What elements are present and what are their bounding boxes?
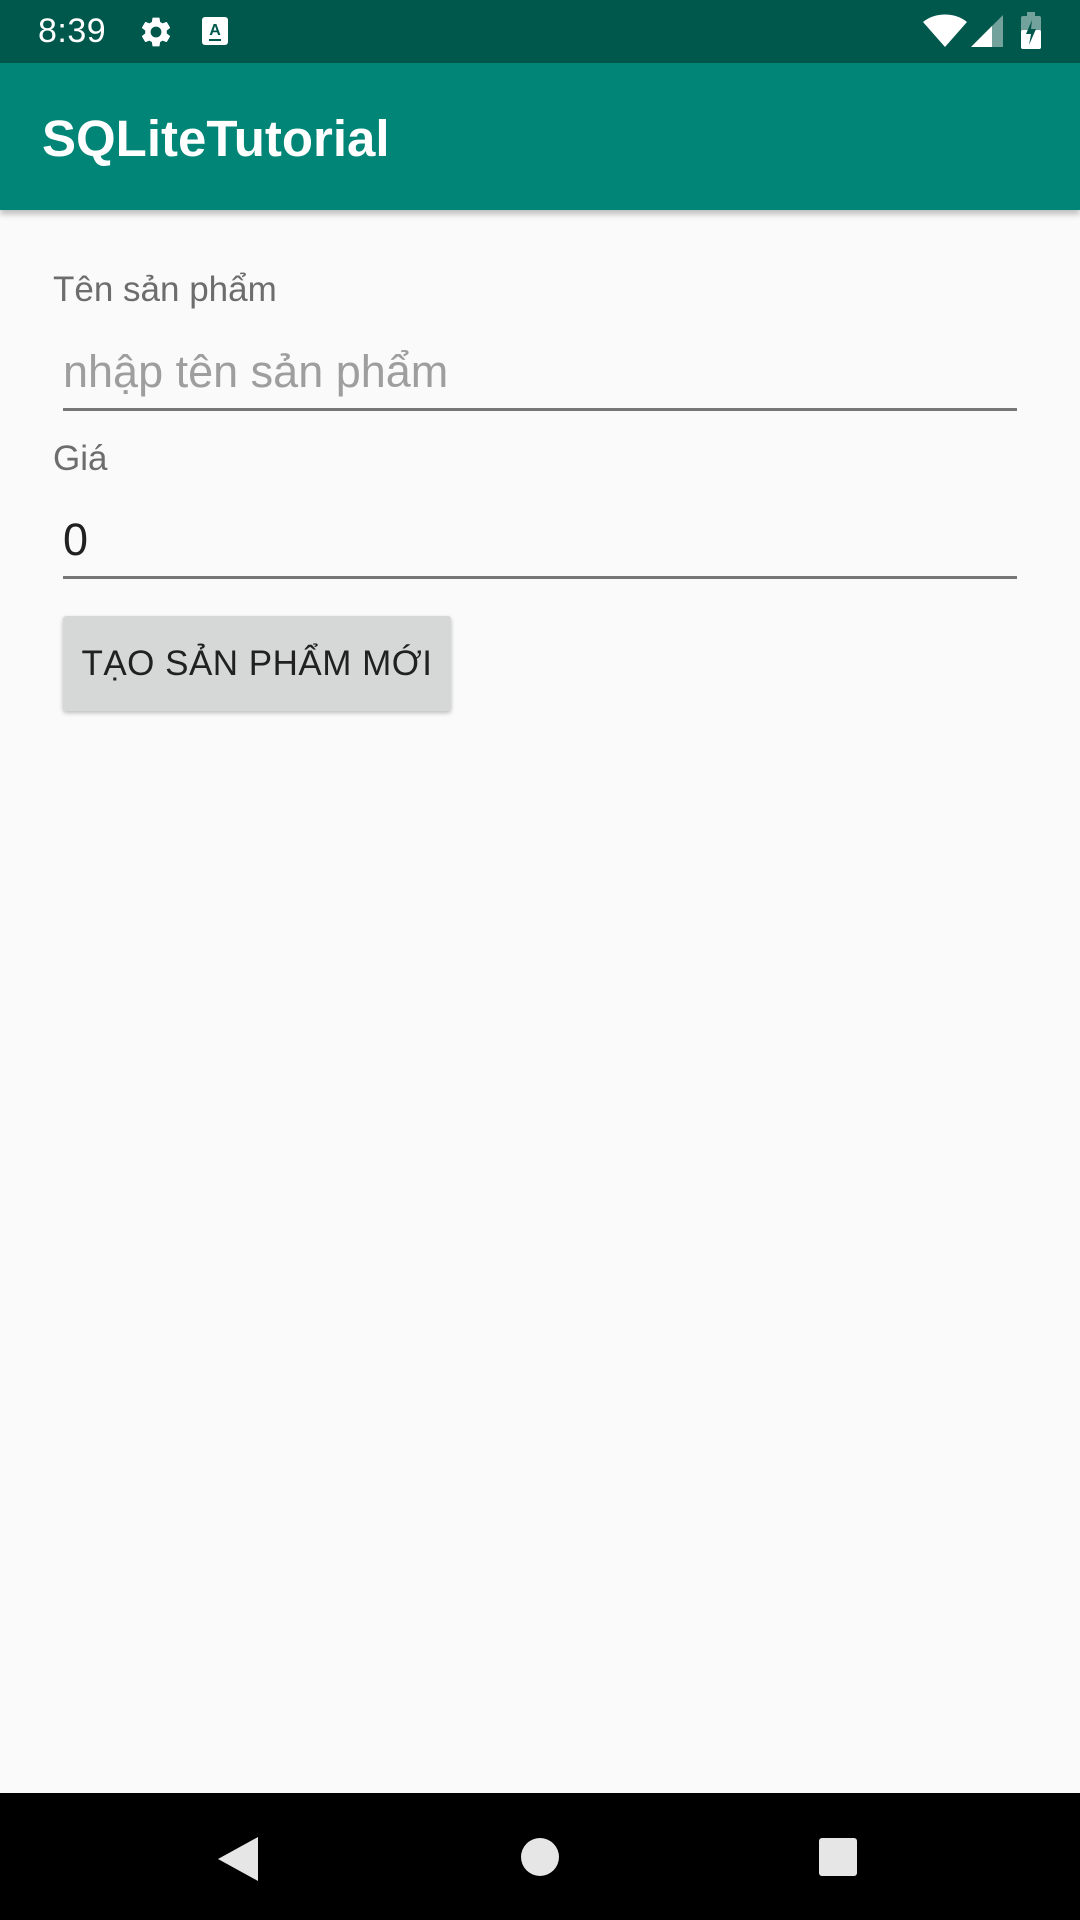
app-title: SQLiteTutorial — [42, 110, 390, 167]
home-icon[interactable] — [520, 1837, 560, 1877]
price-label: Giá — [53, 439, 108, 478]
create-product-button[interactable]: TẠO SẢN PHẨM MỚI — [63, 616, 451, 711]
status-time: 8:39 — [38, 12, 107, 50]
product-name-input[interactable] — [63, 335, 1017, 411]
battery-charging-icon — [1021, 12, 1041, 49]
svg-text:A: A — [209, 22, 221, 39]
back-icon[interactable] — [216, 1835, 260, 1883]
product-name-label: Tên sản phẩm — [53, 270, 277, 309]
gear-icon — [141, 17, 171, 47]
cell-signal-icon — [971, 15, 1003, 47]
wifi-icon — [923, 14, 967, 47]
app-bar: SQLiteTutorial — [0, 63, 1080, 210]
keyboard-a-icon: A — [202, 17, 228, 45]
price-input[interactable] — [63, 503, 1017, 579]
status-bar: 8:39 A — [0, 0, 1080, 63]
recents-icon[interactable] — [818, 1837, 858, 1877]
navigation-bar — [0, 1793, 1080, 1920]
